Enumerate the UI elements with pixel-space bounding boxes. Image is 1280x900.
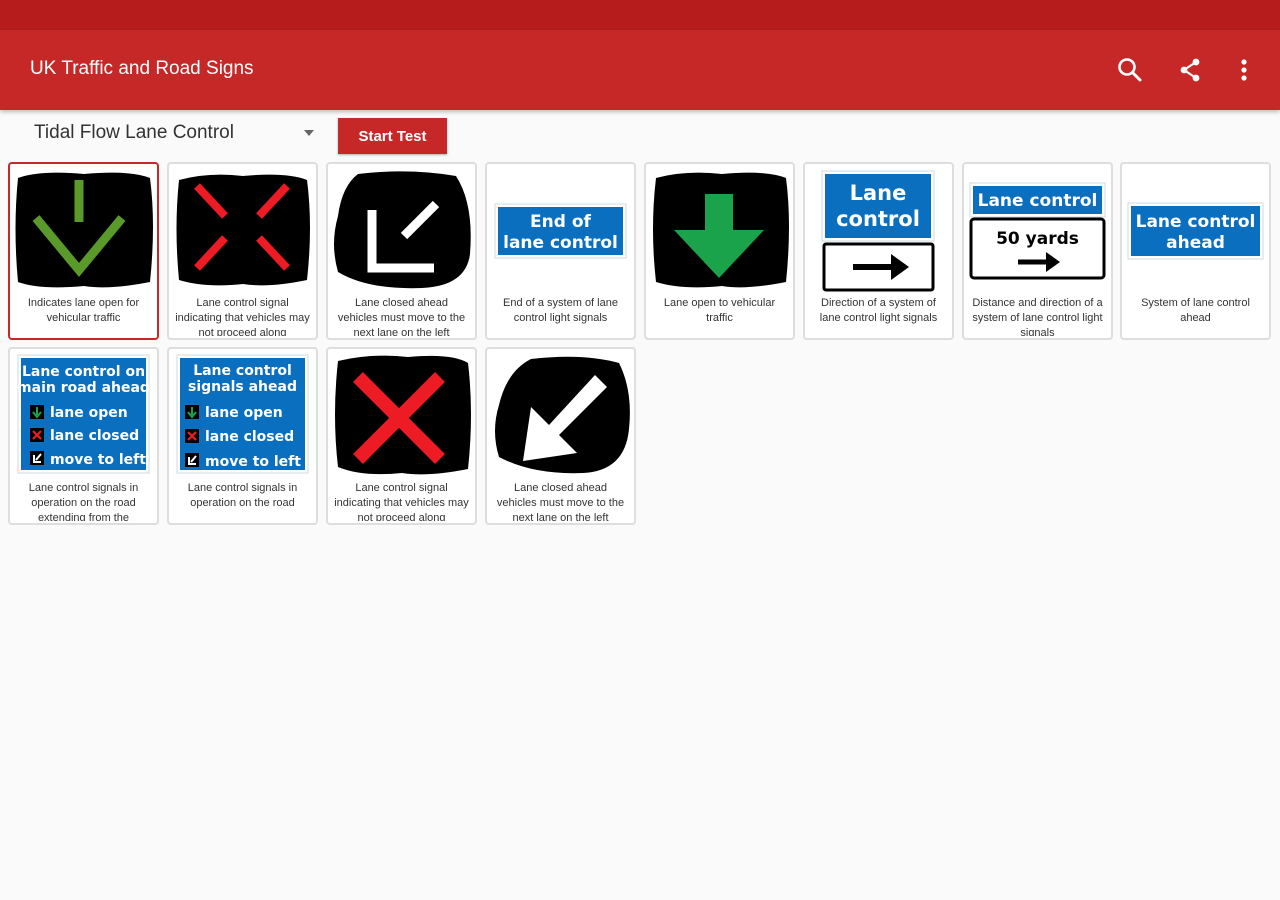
sign-text: move to left <box>205 454 301 470</box>
sign-caption: Lane control signal indicating that vehi… <box>175 297 310 336</box>
share-button[interactable] <box>1172 52 1208 88</box>
white-diagonal-arrow-signal-image <box>334 171 471 289</box>
dropdown-arrow-icon <box>304 130 314 136</box>
lane-control-ahead-sign-image: Lane control ahead <box>1127 202 1264 260</box>
sign-text: lane closed <box>205 429 294 445</box>
white-solid-diagonal-arrow-signal-image <box>495 356 630 474</box>
app-title: UK Traffic and Road Signs <box>30 58 254 79</box>
search-button[interactable] <box>1112 52 1148 88</box>
green-solid-down-arrow-signal-image <box>653 172 789 288</box>
sign-text: Lane control on <box>22 364 145 380</box>
sign-text: move to left <box>50 452 146 468</box>
green-down-arrow-signal-image <box>15 172 153 288</box>
status-bar <box>0 0 1280 30</box>
sign-card[interactable]: Lane control on main road ahead lane ope… <box>8 347 159 525</box>
sign-caption: Distance and direction of a system of la… <box>972 297 1103 336</box>
sign-text: control <box>836 207 920 231</box>
sign-text: lane control <box>503 233 618 253</box>
start-test-button[interactable]: Start Test <box>338 118 447 154</box>
sign-card[interactable]: Lane control signal indicating that vehi… <box>326 347 477 525</box>
sign-caption: End of a system of lane control light si… <box>503 297 618 324</box>
sign-text: 50 yards <box>996 229 1079 249</box>
sign-text: End of <box>530 212 591 232</box>
sign-caption: Direction of a system of lane control li… <box>819 297 938 324</box>
sign-caption: System of lane control ahead <box>1141 297 1250 324</box>
sign-caption: Lane open to vehicular traffic <box>663 297 776 324</box>
lane-control-signals-ahead-sign-image: Lane control signals ahead lane open lan… <box>176 354 309 474</box>
sign-text: Lane control <box>978 191 1098 211</box>
sign-card[interactable]: Lane control 50 yards Distance and direc… <box>962 162 1113 340</box>
lane-control-direction-sign-image: Lane control <box>821 170 935 292</box>
app-bar: UK Traffic and Road Signs <box>0 30 1280 110</box>
sign-text: ahead <box>1166 233 1225 253</box>
sign-text: Lane control <box>193 363 292 379</box>
red-cross-signal-image <box>176 174 310 286</box>
sign-card[interactable]: Indicates lane open for vehicular traffi… <box>8 162 159 340</box>
share-icon <box>1180 58 1200 82</box>
sign-caption: Indicates lane open for vehicular traffi… <box>27 297 140 324</box>
sign-caption: Lane control signals in operation on the… <box>28 482 139 521</box>
category-dropdown[interactable]: Tidal Flow Lane Control <box>20 116 320 150</box>
sign-card[interactable]: Lane control signal indicating that vehi… <box>167 162 318 340</box>
sign-card[interactable]: End of lane control End of a system of l… <box>485 162 636 340</box>
sign-caption: Lane control signals in operation on the… <box>187 482 298 509</box>
end-of-lane-control-sign-image: End of lane control <box>494 203 627 259</box>
sign-text: lane closed <box>50 428 139 444</box>
red-solid-cross-signal-image <box>335 355 471 475</box>
sign-card[interactable]: Lane control ahead System of lane contro… <box>1120 162 1271 340</box>
category-dropdown-value: Tidal Flow Lane Control <box>34 122 234 143</box>
sign-text: lane open <box>50 405 128 421</box>
sign-card[interactable]: Lane control Direction of a system of la… <box>803 162 954 340</box>
sign-caption: Lane closed ahead vehicles must move to … <box>496 482 625 521</box>
more-options-button[interactable] <box>1226 52 1262 88</box>
sign-text: Lane <box>850 181 907 205</box>
lane-control-main-road-ahead-sign-image: Lane control on main road ahead lane ope… <box>17 354 150 474</box>
sign-card[interactable]: Lane open to vehicular traffic <box>644 162 795 340</box>
sign-caption: Lane control signal indicating that vehi… <box>334 482 469 521</box>
sign-card[interactable]: Lane control signals ahead lane open lan… <box>167 347 318 525</box>
sign-text: lane open <box>205 405 283 421</box>
sign-text: signals ahead <box>188 379 297 395</box>
more-vert-icon <box>1241 59 1247 81</box>
lane-control-distance-sign-image: Lane control 50 yards <box>969 182 1106 280</box>
sign-caption: Lane closed ahead vehicles must move to … <box>337 297 466 336</box>
sign-card[interactable]: Lane closed ahead vehicles must move to … <box>485 347 636 525</box>
sign-text: Lane control <box>1136 212 1256 232</box>
sign-card[interactable]: Lane closed ahead vehicles must move to … <box>326 162 477 340</box>
search-icon <box>1118 58 1142 82</box>
sign-text: main road ahead <box>17 380 150 396</box>
